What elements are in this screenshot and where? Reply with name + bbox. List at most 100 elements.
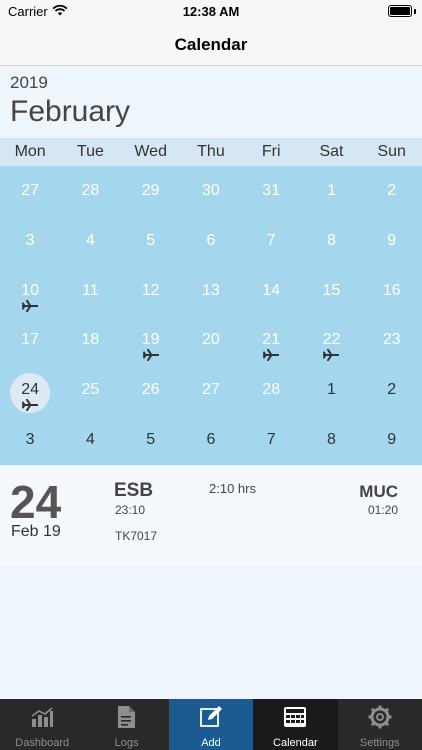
weekday-label: Sat (319, 143, 344, 160)
calendar-day[interactable]: 9 (362, 415, 422, 465)
weekday-header: Mon Tue Wed Thu Fri Sat Sun (0, 138, 422, 166)
edit-icon (199, 706, 222, 727)
calendar-day[interactable]: 4 (60, 216, 120, 266)
arrival-airport: MUC (359, 482, 398, 501)
day-number: 1 (327, 381, 336, 399)
day-number: 27 (202, 381, 220, 399)
calendar-week-row: 3 4 5 6 7 8 9 (0, 216, 422, 266)
calendar-week-row: 3 4 5 6 7 8 9 (0, 415, 422, 465)
day-number: 4 (85, 430, 95, 448)
calendar-day[interactable]: 9 (362, 216, 422, 266)
day-number: 4 (85, 231, 95, 249)
airplane-icon (21, 299, 39, 312)
tab-logs[interactable]: Logs (84, 699, 168, 750)
departure-airport: ESB (114, 480, 154, 501)
nav-bar: Calendar (0, 24, 422, 66)
calendar-day[interactable]: 7 (241, 415, 301, 465)
calendar-day[interactable]: 31 (241, 166, 301, 216)
bar-chart-icon (31, 707, 53, 727)
calendar-day[interactable]: 28 (60, 166, 120, 216)
calendar-day[interactable]: 6 (181, 415, 241, 465)
day-number: 15 (322, 281, 341, 299)
tab-label: Settings (359, 737, 400, 749)
calculator-icon (284, 707, 307, 727)
calendar-day[interactable]: 8 (301, 415, 361, 465)
status-time: 12:38 AM (182, 4, 240, 19)
day-number: 17 (21, 331, 40, 349)
calendar-day[interactable]: 4 (60, 415, 120, 465)
calendar-day[interactable]: 26 (121, 365, 181, 415)
calendar-day[interactable]: 29 (121, 166, 181, 216)
departure-time: 23:10 (115, 503, 146, 517)
weekday-label: Thu (197, 143, 225, 160)
calendar-day[interactable]: 10 (0, 266, 60, 316)
tab-bar: Dashboard Logs Add Calendar Settings (0, 699, 422, 750)
day-number: 7 (266, 231, 276, 249)
tab-dashboard[interactable]: Dashboard (0, 699, 84, 750)
calendar-day[interactable]: 27 (181, 365, 241, 415)
calendar-day[interactable]: 21 (241, 315, 301, 365)
calendar-day[interactable]: 15 (301, 266, 361, 316)
day-number: 25 (81, 381, 100, 399)
weekday-label: Tue (76, 143, 104, 160)
day-number: 3 (25, 231, 35, 249)
battery-tip (414, 9, 416, 14)
calendar-day[interactable]: 3 (0, 415, 60, 465)
calendar-day[interactable]: 5 (121, 415, 181, 465)
calendar-day[interactable]: 5 (121, 216, 181, 266)
day-number: 2 (387, 381, 397, 399)
calendar-day[interactable]: 30 (181, 166, 241, 216)
calendar-day[interactable]: 13 (181, 266, 241, 316)
day-number: 27 (21, 182, 40, 199)
calendar-day[interactable]: 22 (301, 315, 361, 365)
day-number: 12 (141, 281, 160, 299)
calendar-day[interactable]: 25 (60, 365, 120, 415)
calendar-day[interactable]: 17 (0, 315, 60, 365)
calendar-day[interactable]: 1 (301, 365, 361, 415)
calendar-day[interactable]: 1 (301, 166, 361, 216)
day-number: 28 (81, 182, 100, 199)
calendar-day[interactable]: 23 (362, 315, 422, 365)
calendar-day[interactable]: 28 (241, 365, 301, 415)
calendar-day[interactable]: 8 (301, 216, 361, 266)
calendar-day[interactable]: 20 (181, 315, 241, 365)
calendar-week-row: 24 25 26 27 28 1 2 (0, 365, 422, 415)
day-number: 26 (141, 381, 160, 399)
calendar-day[interactable]: 3 (0, 216, 60, 266)
page-title: Calendar (174, 35, 248, 54)
gear-icon (368, 705, 392, 729)
calendar-day-selected[interactable]: 24 (0, 365, 60, 415)
calendar-day[interactable]: 12 (121, 266, 181, 316)
calendar-day[interactable]: 14 (241, 266, 301, 316)
day-number: 9 (387, 430, 397, 448)
tab-label: Add (201, 737, 221, 749)
flight-detail[interactable]: 24 Feb 19 ESB 23:10 TK7017 2:10 hrs MUC … (0, 465, 422, 565)
day-number: 31 (262, 182, 281, 199)
calendar-day[interactable]: 19 (121, 315, 181, 365)
calendar-day[interactable]: 2 (362, 365, 422, 415)
calendar-day[interactable]: 27 (0, 166, 60, 216)
tab-add[interactable]: Add (168, 699, 254, 750)
day-number: 21 (262, 331, 281, 349)
day-number: 28 (262, 381, 281, 399)
day-number: 5 (146, 231, 156, 249)
selected-day: 24 (10, 476, 62, 528)
calendar-day[interactable]: 11 (60, 266, 120, 316)
calendar-day[interactable]: 7 (241, 216, 301, 266)
tab-settings[interactable]: Settings (338, 699, 422, 750)
calendar-day[interactable]: 16 (362, 266, 422, 316)
year-label: 2019 (10, 73, 48, 92)
flight-number: TK7017 (115, 529, 158, 543)
calendar-day[interactable]: 18 (60, 315, 120, 365)
day-number: 20 (202, 331, 220, 349)
day-number: 1 (327, 182, 336, 199)
calendar-day[interactable]: 6 (181, 216, 241, 266)
day-number: 6 (206, 231, 216, 249)
airplane-icon (21, 398, 39, 412)
day-number: 9 (387, 231, 397, 249)
arrival-time: 01:20 (367, 503, 398, 517)
tab-calendar[interactable]: Calendar (253, 699, 338, 750)
day-number: 19 (141, 331, 160, 349)
calendar-day[interactable]: 2 (362, 166, 422, 216)
airplane-icon (322, 348, 340, 362)
